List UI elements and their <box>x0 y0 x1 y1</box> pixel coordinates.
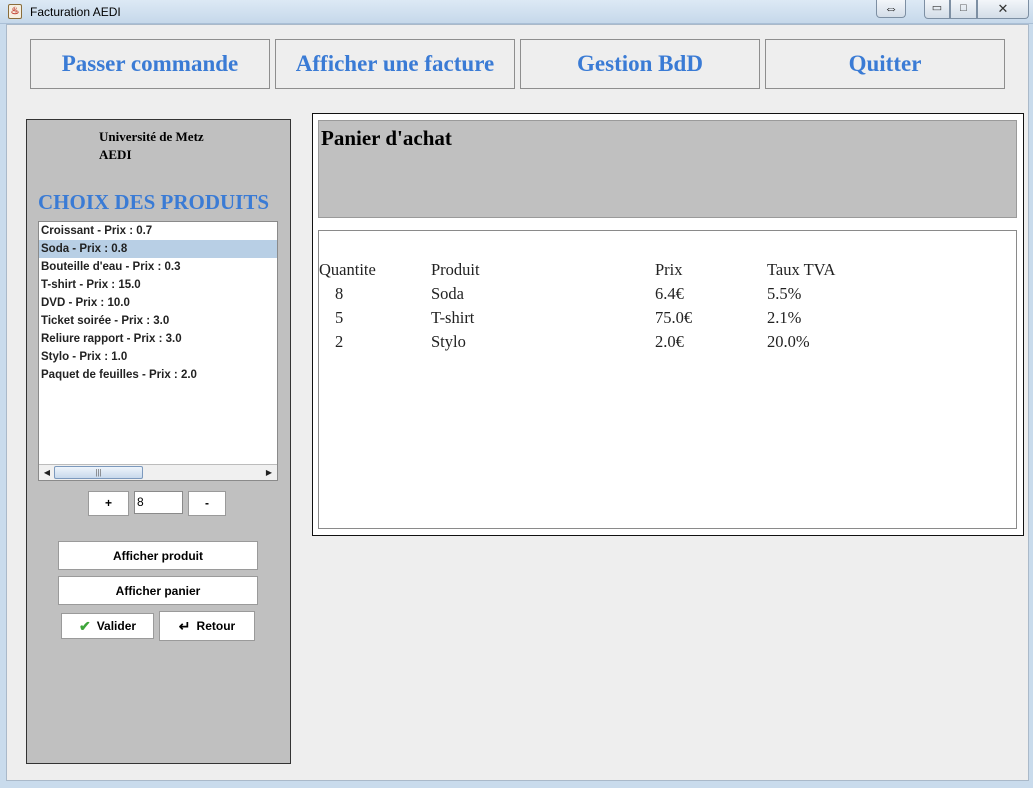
scroll-right-icon[interactable]: ▶ <box>262 466 276 479</box>
cell-produit: Stylo <box>431 332 466 351</box>
table-row: 8 Soda 6.4€ 5.5% <box>319 282 887 306</box>
valider-button[interactable]: ✔ Valider <box>61 613 154 639</box>
header-quantite: Quantite <box>319 260 376 279</box>
valider-label: Valider <box>96 619 137 633</box>
header-produit: Produit <box>431 260 480 279</box>
organization-line-2: AEDI <box>99 147 132 162</box>
resize-icon[interactable]: ⇔ <box>876 0 906 18</box>
cell-quantite: 2 <box>335 332 344 351</box>
list-item[interactable]: DVD - Prix : 10.0 <box>39 294 277 312</box>
cell-prix: 75.0€ <box>655 308 693 327</box>
cart-table: Quantite Produit Prix Taux TVA 8 Soda 6.… <box>319 258 887 354</box>
list-item[interactable]: T-shirt - Prix : 15.0 <box>39 276 277 294</box>
maximize-icon[interactable]: □ <box>950 0 977 19</box>
window-title: Facturation AEDI <box>30 5 121 19</box>
list-item[interactable]: Bouteille d'eau - Prix : 0.3 <box>39 258 277 276</box>
table-row: 5 T-shirt 75.0€ 2.1% <box>319 306 887 330</box>
cart-header: Panier d'achat <box>318 120 1017 218</box>
organization-line-1: Université de Metz <box>99 129 204 144</box>
window-controls: ▭ □ ✕ <box>924 0 1029 19</box>
cell-prix: 2.0€ <box>655 332 684 351</box>
retour-label: Retour <box>196 619 236 633</box>
organization-label: Université de Metz AEDI <box>99 128 204 164</box>
java-cup-icon: ♨ <box>8 4 22 19</box>
product-selection-panel: Université de Metz AEDI CHOIX DES PRODUI… <box>26 119 291 764</box>
afficher-facture-button[interactable]: Afficher une facture <box>275 39 515 89</box>
header-prix: Prix <box>655 260 683 279</box>
cell-quantite: 8 <box>335 284 344 303</box>
return-arrow-icon: ↵ <box>178 617 191 634</box>
list-item[interactable]: Ticket soirée - Prix : 3.0 <box>39 312 277 330</box>
minimize-icon[interactable]: ▭ <box>924 0 950 19</box>
retour-button[interactable]: ↵ Retour <box>159 611 255 641</box>
close-icon[interactable]: ✕ <box>977 0 1029 19</box>
product-list[interactable]: Croissant - Prix : 0.7 Soda - Prix : 0.8 B… <box>38 221 278 481</box>
cart-panel: Panier d'achat Quantite Produit Prix Tau… <box>312 113 1024 536</box>
quitter-button[interactable]: Quitter <box>765 39 1005 89</box>
list-item[interactable]: Stylo - Prix : 1.0 <box>39 348 277 366</box>
list-item[interactable]: Reliure rapport - Prix : 3.0 <box>39 330 277 348</box>
afficher-produit-button[interactable]: Afficher produit <box>58 541 258 570</box>
product-choice-heading: CHOIX DES PRODUITS <box>38 190 270 214</box>
cell-taux-tva: 5.5% <box>767 284 802 303</box>
cell-quantite: 5 <box>335 308 344 327</box>
cell-prix: 6.4€ <box>655 284 684 303</box>
list-item[interactable]: Soda - Prix : 0.8 <box>39 240 277 258</box>
passer-commande-button[interactable]: Passer commande <box>30 39 270 89</box>
gestion-bdd-button[interactable]: Gestion BdD <box>520 39 760 89</box>
cart-table-area: Quantite Produit Prix Taux TVA 8 Soda 6.… <box>318 230 1017 529</box>
cell-produit: Soda <box>431 284 464 303</box>
afficher-produit-label: Afficher produit <box>113 548 203 563</box>
product-items: Croissant - Prix : 0.7 Soda - Prix : 0.8 B… <box>39 222 277 384</box>
scrollbar-thumb[interactable]: ||| <box>54 466 143 479</box>
cell-produit: T-shirt <box>431 308 475 327</box>
afficher-panier-label: Afficher panier <box>115 583 201 598</box>
window-titlebar[interactable]: ♨ Facturation AEDI ⇔ ▭ □ ✕ <box>0 0 1033 24</box>
cell-taux-tva: 20.0% <box>767 332 810 351</box>
list-item[interactable]: Croissant - Prix : 0.7 <box>39 222 277 240</box>
horizontal-scrollbar[interactable]: ◀ ||| ▶ <box>39 464 277 480</box>
header-taux-tva: Taux TVA <box>767 260 836 279</box>
quantity-input[interactable]: 8 <box>134 491 183 514</box>
list-item[interactable]: Paquet de feuilles - Prix : 2.0 <box>39 366 277 384</box>
quantity-increment-button[interactable]: + <box>88 491 129 516</box>
scroll-left-icon[interactable]: ◀ <box>40 466 54 479</box>
afficher-panier-button[interactable]: Afficher panier <box>58 576 258 605</box>
table-row: 2 Stylo 2.0€ 20.0% <box>319 330 887 354</box>
cart-header-row: Quantite Produit Prix Taux TVA <box>319 258 887 282</box>
quantity-decrement-button[interactable]: - <box>188 491 226 516</box>
window-content: Passer commande Afficher une facture Ges… <box>6 24 1029 781</box>
cart-title: Panier d'achat <box>321 126 452 150</box>
checkmark-icon: ✔ <box>78 617 91 634</box>
cell-taux-tva: 2.1% <box>767 308 802 327</box>
